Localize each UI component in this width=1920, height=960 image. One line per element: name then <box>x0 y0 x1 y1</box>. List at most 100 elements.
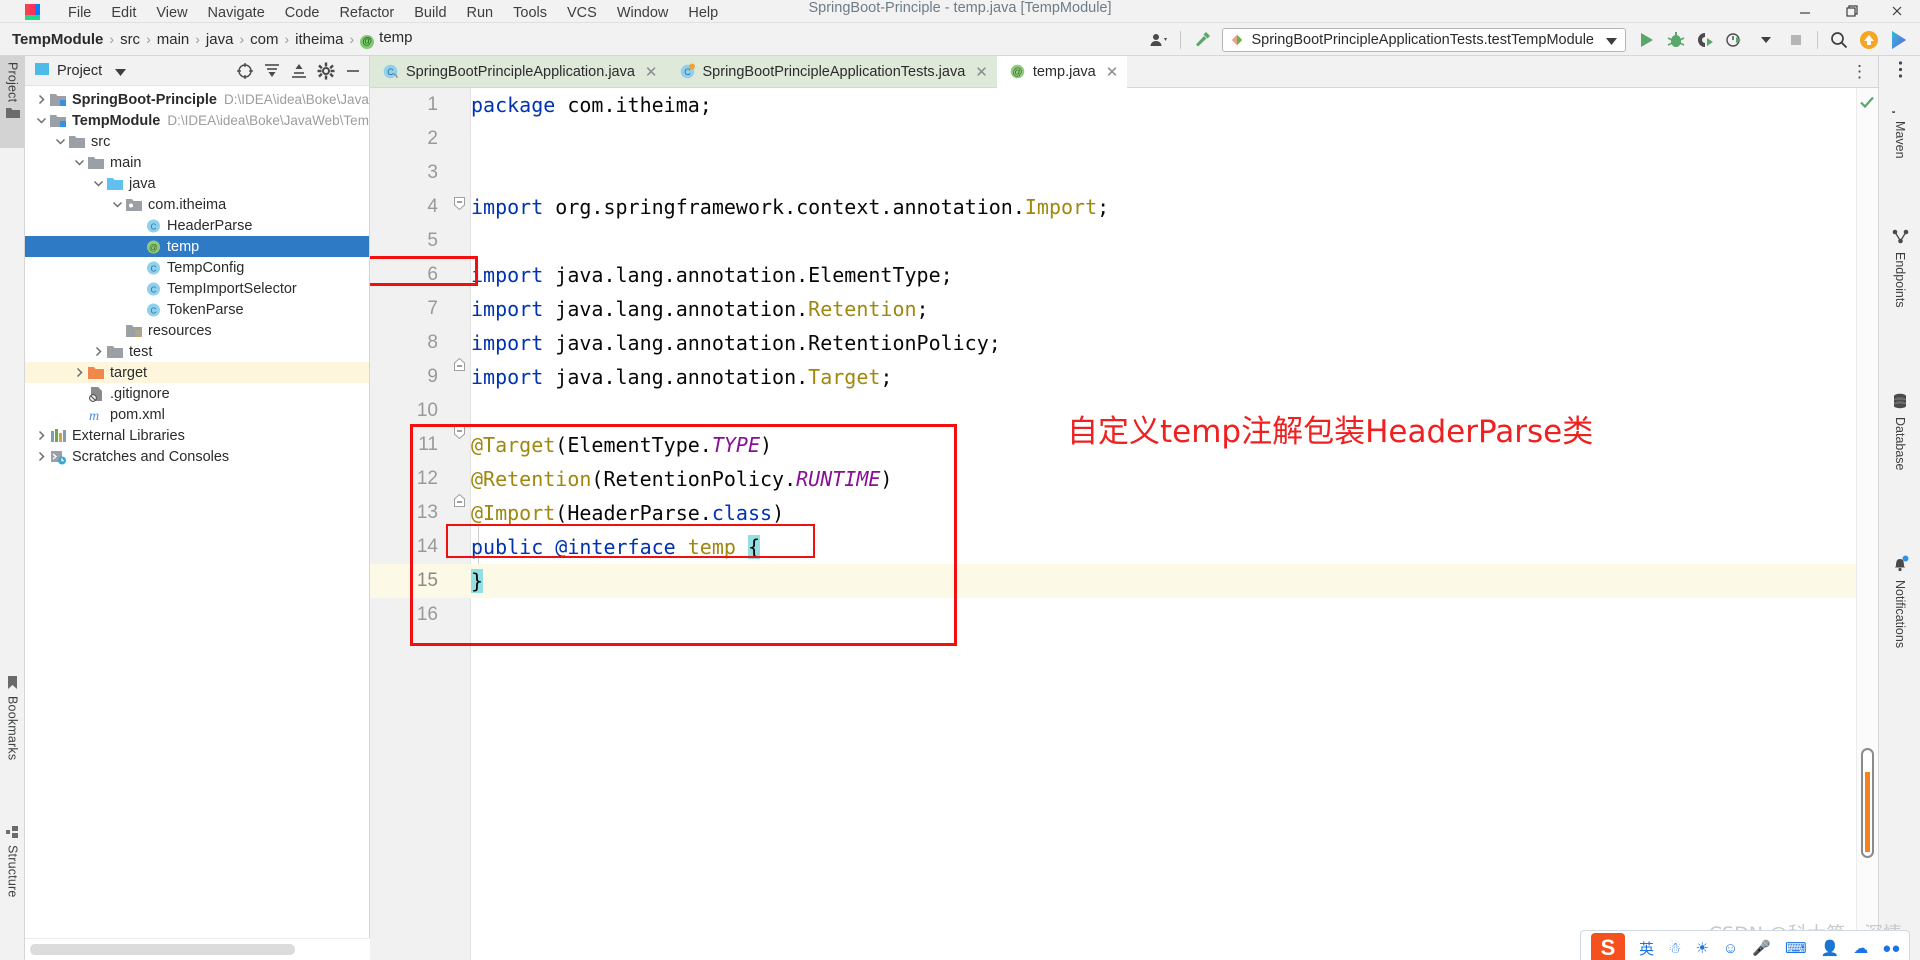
stop-button[interactable] <box>1781 27 1811 53</box>
chevron-right-icon[interactable] <box>92 345 107 358</box>
breadcrumb-item-com[interactable]: com <box>250 31 278 48</box>
editor-tab-more-icon[interactable]: ⋮ <box>1851 62 1868 82</box>
menu-item-help[interactable]: Help <box>678 6 728 22</box>
menu-item-navigate[interactable]: Navigate <box>198 6 275 22</box>
minimize-button[interactable] <box>1782 0 1828 22</box>
tree-item[interactable]: main <box>25 152 369 173</box>
code-line[interactable]: 5 <box>370 224 1878 258</box>
tree-item[interactable]: java <box>25 173 369 194</box>
project-horizontal-scrollbar[interactable] <box>25 938 370 960</box>
ide-feature-trainer-icon[interactable] <box>1884 27 1914 53</box>
menu-item-vcs[interactable]: VCS <box>557 6 607 22</box>
close-icon[interactable]: ✕ <box>1106 63 1119 81</box>
tree-item[interactable]: C TokenParse <box>25 299 369 320</box>
code-line[interactable]: 6 import java.lang.annotation.ElementType… <box>370 258 1878 292</box>
breadcrumb-item-itheima[interactable]: itheima <box>295 31 343 48</box>
tree-item[interactable]: Scratches and Consoles <box>25 446 369 467</box>
chevron-down-icon[interactable] <box>35 114 50 127</box>
hide-panel-icon[interactable] <box>340 58 365 84</box>
profile-icon[interactable] <box>1144 27 1174 53</box>
select-opened-file-icon[interactable] <box>232 58 257 84</box>
tree-item[interactable]: src <box>25 131 369 152</box>
code-line[interactable]: 1 package com.itheima; <box>370 88 1878 122</box>
editor-tab[interactable]: @ temp.java ✕ <box>996 56 1128 88</box>
tree-item[interactable]: External Libraries <box>25 425 369 446</box>
sidebar-item-structure[interactable]: Structure <box>0 820 25 920</box>
menu-item-edit[interactable]: Edit <box>101 6 146 22</box>
sidebar-item-notifications[interactable]: Notifications <box>1879 550 1920 730</box>
sidebar-item-maven[interactable]: m Maven <box>1879 92 1920 210</box>
breadcrumb-item-tempmodule[interactable]: TempModule <box>12 31 103 48</box>
tree-item[interactable]: target <box>25 362 369 383</box>
menu-item-refactor[interactable]: Refactor <box>329 6 404 22</box>
menu-item-run[interactable]: Run <box>457 6 504 22</box>
debug-button[interactable] <box>1661 27 1691 53</box>
scrollbar-thumb[interactable] <box>30 944 295 955</box>
tree-item[interactable]: .gitignore <box>25 383 369 404</box>
close-button[interactable] <box>1874 0 1920 22</box>
sidebar-item-bookmarks[interactable]: Bookmarks <box>0 670 25 780</box>
collapse-all-icon[interactable] <box>286 58 311 84</box>
tree-item[interactable]: C TempConfig <box>25 257 369 278</box>
code-lines[interactable]: 1 package com.itheima; 2 3 4 import org.sprin… <box>370 88 1878 960</box>
tree-item[interactable]: C HeaderParse <box>25 215 369 236</box>
run-with-coverage-button[interactable] <box>1691 27 1721 53</box>
code-line[interactable]: 8 import java.lang.annotation.RetentionPo… <box>370 326 1878 360</box>
expand-all-icon[interactable] <box>259 58 284 84</box>
close-icon[interactable]: ✕ <box>645 63 658 81</box>
menu-item-window[interactable]: Window <box>607 6 679 22</box>
editor-vertical-scrollbar-thumb[interactable] <box>1861 748 1874 858</box>
tree-item[interactable]: com.itheima <box>25 194 369 215</box>
editor-tab[interactable]: C SpringBootPrincipleApplication.java ✕ <box>370 56 667 87</box>
settings-gear-icon[interactable] <box>313 58 338 84</box>
profiler-button[interactable] <box>1721 27 1751 53</box>
menu-item-tools[interactable]: Tools <box>503 6 557 22</box>
code-line[interactable]: 3 <box>370 156 1878 190</box>
chevron-down-icon[interactable] <box>73 156 88 169</box>
sidebar-item-endpoints[interactable]: Endpoints <box>1879 224 1920 374</box>
menu-item-file[interactable]: File <box>58 6 101 22</box>
chevron-right-icon[interactable] <box>35 450 50 463</box>
more-tool-windows-icon[interactable] <box>1879 56 1920 82</box>
breadcrumb-item-java[interactable]: java <box>206 31 234 48</box>
chevron-right-icon[interactable] <box>35 429 50 442</box>
breadcrumb-item-src[interactable]: src <box>120 31 140 48</box>
close-icon[interactable]: ✕ <box>975 63 988 81</box>
run-configuration-selector[interactable]: SpringBootPrincipleApplicationTests.test… <box>1222 27 1626 52</box>
code-line[interactable]: 13 @Import(HeaderParse.class) <box>370 496 1878 530</box>
tree-item[interactable]: test <box>25 341 369 362</box>
chevron-down-icon[interactable] <box>54 135 69 148</box>
tree-item[interactable]: resources <box>25 320 369 341</box>
tree-item[interactable]: @ temp <box>25 236 369 257</box>
code-line[interactable]: 4 import org.springframework.context.anno… <box>370 190 1878 224</box>
editor-marker-column[interactable] <box>1856 88 1878 960</box>
code-line[interactable]: 16 <box>370 598 1878 632</box>
chevron-right-icon[interactable] <box>73 366 88 379</box>
updates-available-icon[interactable] <box>1854 27 1884 53</box>
editor-tab[interactable]: C SpringBootPrincipleApplicationTests.jav… <box>666 56 997 87</box>
maximize-button[interactable] <box>1828 0 1874 22</box>
menu-item-build[interactable]: Build <box>404 6 456 22</box>
code-line[interactable]: 15} <box>370 564 1878 598</box>
code-line[interactable]: 12 @Retention(RetentionPolicy.RUNTIME) <box>370 462 1878 496</box>
chevron-down-icon[interactable] <box>1594 32 1617 48</box>
tree-item[interactable]: SpringBoot-Principle D:\IDEA\idea\Boke\Ja… <box>25 89 369 110</box>
run-button[interactable] <box>1631 27 1661 53</box>
chevron-right-icon[interactable] <box>35 93 50 106</box>
code-line[interactable]: 7 import java.lang.annotation.Retention; <box>370 292 1878 326</box>
menu-item-code[interactable]: Code <box>275 6 330 22</box>
inspection-ok-icon[interactable] <box>1859 94 1875 113</box>
search-everywhere-icon[interactable] <box>1824 27 1854 53</box>
code-line[interactable]: 14 public @interface temp { <box>370 530 1878 564</box>
profiler-dropdown-icon[interactable] <box>1751 27 1781 53</box>
project-tree[interactable]: SpringBoot-Principle D:\IDEA\idea\Boke\Ja… <box>25 86 369 938</box>
chevron-down-icon[interactable] <box>115 63 127 79</box>
sidebar-item-project[interactable]: Project <box>0 56 25 148</box>
code-line[interactable]: 2 <box>370 122 1878 156</box>
build-hammer-icon[interactable] <box>1187 27 1217 53</box>
sidebar-item-database[interactable]: Database <box>1879 388 1920 536</box>
tree-item[interactable]: C TempImportSelector <box>25 278 369 299</box>
chevron-down-icon[interactable] <box>111 198 126 211</box>
code-editor[interactable]: 1 package com.itheima; 2 3 4 import org.sprin… <box>370 88 1878 960</box>
menu-item-view[interactable]: View <box>146 6 197 22</box>
